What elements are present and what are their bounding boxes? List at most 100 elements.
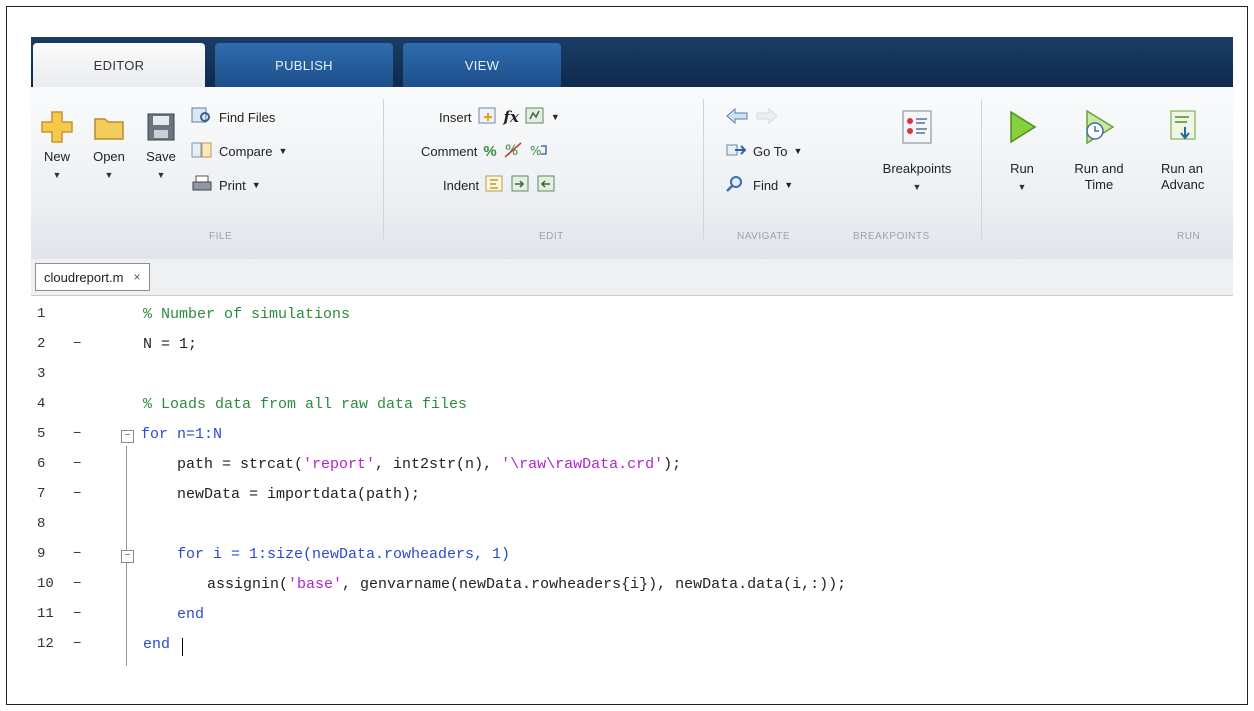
line-number: 3 (37, 366, 46, 382)
code-line: 1 % Number of simulations (31, 300, 1233, 330)
code-text: assignin('base', genvarname(newData.rowh… (207, 576, 847, 593)
save-label: Save (146, 149, 176, 164)
chevron-down-icon: ▼ (784, 180, 794, 190)
tab-view[interactable]: VIEW (403, 43, 561, 87)
breakpoints-button[interactable]: Breakpoints ▼ (867, 105, 967, 195)
code-line: 9 − − for i = 1:size(newData.rowheaders,… (31, 540, 1233, 570)
fold-toggle-icon[interactable]: − (121, 550, 134, 563)
line-number: 12 (37, 636, 54, 652)
run-and-time-label: Run and Time (1074, 161, 1124, 192)
toolstrip-tabs: EDITOR PUBLISH VIEW (31, 37, 1233, 87)
indent-label: Indent (443, 177, 480, 193)
insert-row: Insert fx ▼ (439, 105, 560, 129)
compare-icon (191, 141, 213, 162)
comment-icon[interactable]: % (483, 143, 496, 160)
divider (703, 99, 704, 239)
tab-cloudreport[interactable]: cloudreport.m × (35, 263, 150, 291)
new-button[interactable]: New ▼ (31, 105, 83, 183)
chevron-down-icon[interactable]: ▼ (551, 112, 560, 122)
run-and-time-button[interactable]: Run and Time (1067, 105, 1131, 193)
tab-editor[interactable]: EDITOR (33, 43, 205, 87)
breakpoint-marker[interactable]: − (73, 606, 81, 622)
code-text: % Number of simulations (143, 306, 351, 323)
open-button[interactable]: Open ▼ (83, 105, 135, 183)
chevron-down-icon: ▼ (912, 182, 922, 192)
chevron-down-icon: ▼ (156, 170, 166, 180)
line-number: 1 (37, 306, 46, 322)
compare-label: Compare (219, 143, 273, 159)
line-number: 7 (37, 486, 46, 502)
chevron-down-icon: ▼ (251, 180, 261, 190)
find-files-button[interactable]: Find Files (191, 105, 275, 129)
insert-function-icon[interactable] (525, 107, 545, 128)
chevron-down-icon: ▼ (1017, 182, 1027, 192)
comment-row: Comment % % % (421, 139, 549, 163)
breakpoint-marker[interactable]: − (73, 426, 81, 442)
group-label-edit: EDIT (539, 231, 564, 242)
indent-row: Indent (443, 173, 557, 197)
run-and-advance-label: Run an Advanc (1161, 161, 1205, 192)
code-text: for n=1:N (141, 426, 223, 443)
run-label: Run (1010, 161, 1034, 176)
run-and-advance-icon (1161, 105, 1233, 149)
run-button[interactable]: Run ▼ (999, 105, 1045, 195)
increase-indent-icon[interactable] (511, 175, 531, 196)
breakpoint-marker[interactable]: − (73, 336, 81, 352)
matlab-editor-window: EDITOR PUBLISH VIEW New ▼ Open ▼ Save ▼ (31, 37, 1233, 697)
screenshot-frame: EDITOR PUBLISH VIEW New ▼ Open ▼ Save ▼ (6, 6, 1248, 705)
text-cursor (182, 638, 183, 656)
code-text: path = strcat('report', int2str(n), '\ra… (177, 456, 682, 473)
tab-publish[interactable]: PUBLISH (215, 43, 393, 87)
printer-icon (191, 175, 213, 196)
back-arrow-icon[interactable] (725, 107, 749, 128)
find-files-label: Find Files (219, 109, 276, 125)
line-number: 4 (37, 396, 46, 412)
group-label-run: RUN (1177, 231, 1201, 242)
code-line: 12 − end (31, 630, 1233, 660)
chevron-down-icon: ▼ (104, 170, 114, 180)
go-to-label: Go To (753, 143, 788, 159)
breakpoint-marker[interactable]: − (73, 636, 81, 652)
smart-indent-icon[interactable] (485, 175, 505, 196)
decrease-indent-icon[interactable] (537, 175, 557, 196)
code-line: 5 − − for n=1:N (31, 420, 1233, 450)
forward-arrow-icon[interactable] (755, 107, 779, 128)
save-button[interactable]: Save ▼ (135, 105, 187, 183)
find-files-icon (191, 107, 213, 128)
code-line: 2 − N = 1; (31, 330, 1233, 360)
run-and-time-icon (1067, 105, 1131, 149)
breakpoint-marker[interactable]: − (73, 546, 81, 562)
breakpoint-marker[interactable]: − (73, 486, 81, 502)
run-and-advance-button[interactable]: Run an Advanc (1161, 105, 1233, 193)
line-number: 6 (37, 456, 46, 472)
code-line: 10 − assignin('base', genvarname(newData… (31, 570, 1233, 600)
line-number: 11 (37, 606, 54, 622)
print-label: Print (219, 177, 246, 193)
run-icon (999, 105, 1045, 149)
fx-icon[interactable]: fx (504, 108, 519, 126)
go-to-button[interactable]: Go To ▼ (725, 139, 802, 163)
line-number: 8 (37, 516, 46, 532)
fold-toggle-icon[interactable]: − (121, 430, 134, 443)
compare-button[interactable]: Compare ▼ (191, 139, 287, 163)
breakpoint-marker[interactable]: − (73, 576, 81, 592)
uncomment-icon[interactable]: % (503, 141, 523, 162)
insert-section-icon[interactable] (478, 107, 498, 128)
print-button[interactable]: Print ▼ (191, 173, 261, 197)
group-label-file: FILE (209, 231, 233, 242)
breakpoints-label: Breakpoints (882, 161, 952, 176)
close-icon[interactable]: × (133, 270, 140, 284)
line-number: 9 (37, 546, 46, 562)
document-tabs: cloudreport.m × (31, 259, 1233, 296)
wrap-comments-icon[interactable]: % (529, 141, 549, 162)
new-icon (31, 105, 83, 149)
folder-icon (83, 105, 135, 149)
breakpoint-marker[interactable]: − (73, 456, 81, 472)
code-editor[interactable]: 1 % Number of simulations 2 − N = 1; 3 4… (31, 296, 1233, 697)
magnifier-icon (725, 175, 747, 196)
code-text: % Loads data from all raw data files (143, 396, 468, 413)
comment-label: Comment (421, 143, 478, 159)
find-button[interactable]: Find ▼ (725, 173, 793, 197)
line-number: 10 (37, 576, 54, 592)
chevron-down-icon: ▼ (52, 170, 62, 180)
